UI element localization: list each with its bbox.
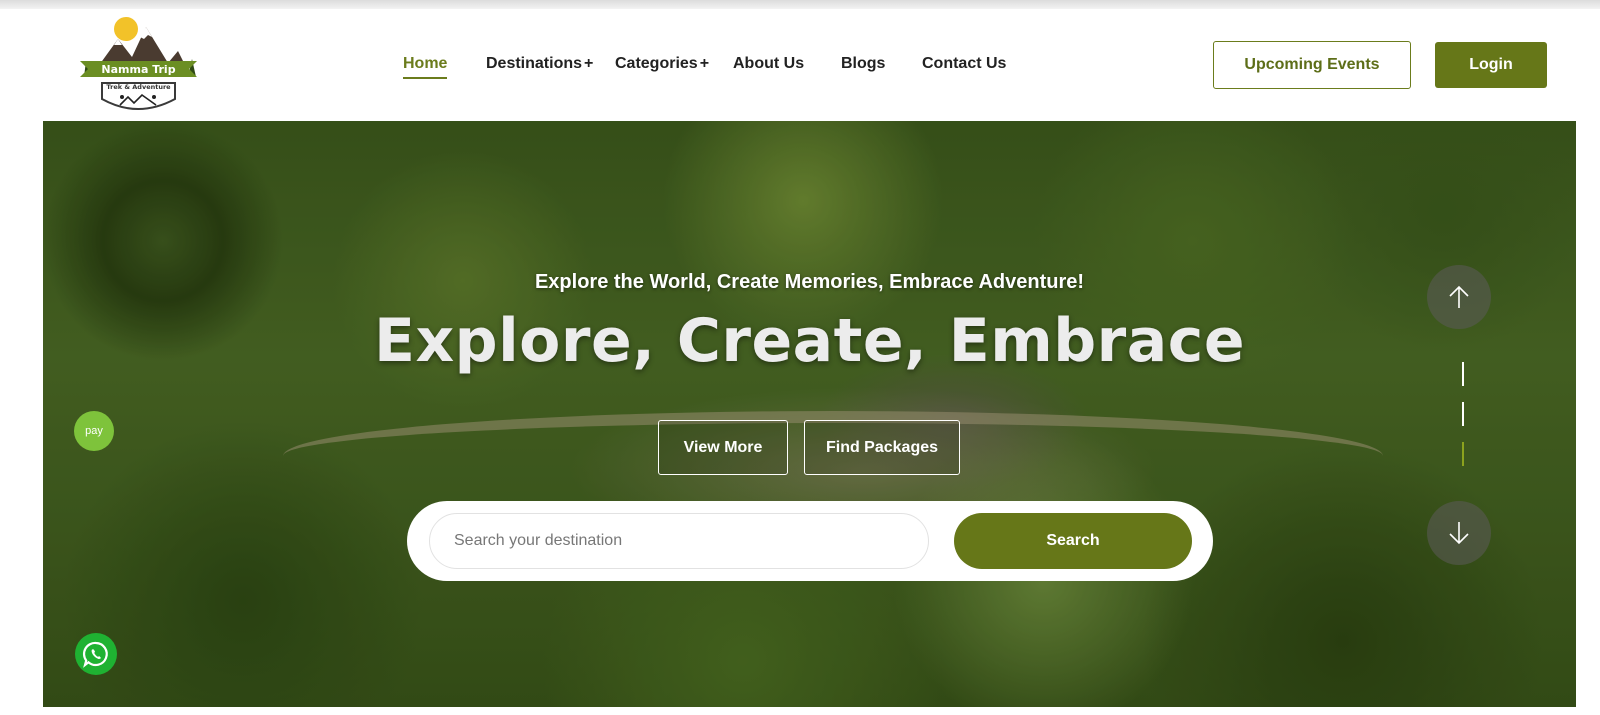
hero-title: Explore, Create, Embrace — [373, 306, 1246, 376]
arrow-up-icon — [1449, 285, 1469, 308]
nav-blogs[interactable]: Blogs — [841, 55, 885, 73]
view-more-button[interactable]: View More — [658, 420, 788, 475]
nav-blogs-label: Blogs — [841, 55, 886, 72]
nav-about-us[interactable]: About Us — [733, 55, 804, 73]
search-button[interactable]: Search — [954, 513, 1192, 569]
nav-contact-us[interactable]: Contact Us — [922, 55, 1006, 73]
nav-home-label: Home — [403, 55, 448, 72]
whatsapp-icon — [82, 641, 108, 668]
amazon-pay-button[interactable]: pay — [74, 411, 114, 451]
logo-emblem-icon: Namma Trip Trek & Adventure — [80, 17, 197, 110]
expand-plus-icon: + — [699, 55, 710, 72]
nav-categories[interactable]: Categories + — [615, 55, 709, 73]
svg-text:Trek & Adventure: Trek & Adventure — [106, 83, 171, 91]
slide-indicator[interactable] — [1462, 402, 1464, 426]
svg-text:Namma Trip: Namma Trip — [101, 63, 175, 76]
amazon-pay-label: pay — [85, 425, 103, 437]
site-logo[interactable]: Namma Trip Trek & Adventure — [76, 17, 201, 113]
nav-contact-us-label: Contact Us — [922, 55, 1007, 72]
hero-banner: Explore the World, Create Memories, Embr… — [43, 121, 1576, 707]
expand-plus-icon: + — [584, 55, 594, 72]
slide-indicator-active[interactable] — [1462, 442, 1464, 466]
find-packages-button[interactable]: Find Packages — [804, 420, 960, 475]
page-frame: Namma Trip Trek & Adventure Home Destina… — [43, 9, 1576, 707]
site-header: Namma Trip Trek & Adventure Home Destina… — [43, 9, 1576, 121]
slide-prev-button[interactable] — [1427, 265, 1491, 329]
search-input[interactable] — [429, 513, 929, 569]
slide-indicator[interactable] — [1462, 362, 1464, 386]
slide-next-button[interactable] — [1427, 501, 1491, 565]
nav-home[interactable]: Home — [403, 55, 448, 79]
nav-destinations[interactable]: Destinations + — [486, 55, 593, 73]
upcoming-events-button[interactable]: Upcoming Events — [1213, 41, 1411, 89]
browser-top-strip — [0, 0, 1600, 9]
nav-destinations-label: Destinations — [486, 55, 583, 72]
hero-subtitle: Explore the World, Create Memories, Embr… — [534, 271, 1085, 293]
arrow-down-icon — [1449, 522, 1469, 545]
login-button[interactable]: Login — [1435, 42, 1547, 88]
whatsapp-button[interactable] — [75, 633, 117, 675]
nav-categories-label: Categories — [615, 55, 698, 72]
search-bar: Search — [407, 501, 1213, 581]
nav-about-us-label: About Us — [733, 55, 805, 72]
